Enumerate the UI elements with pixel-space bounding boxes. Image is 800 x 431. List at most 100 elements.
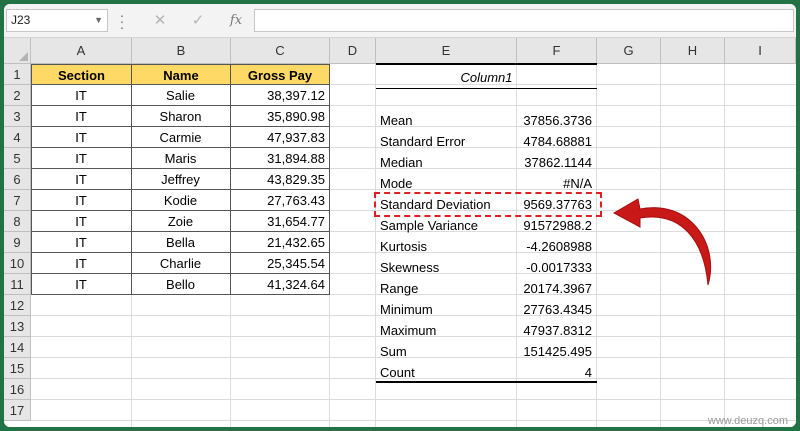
row-header[interactable]: 10 xyxy=(4,253,31,274)
stats-value[interactable]: #N/A xyxy=(517,173,597,194)
table-cell[interactable]: IT xyxy=(31,169,131,190)
stats-value[interactable]: 4 xyxy=(517,362,597,383)
column-header-f[interactable]: F xyxy=(517,38,597,64)
column-header-i[interactable]: I xyxy=(725,38,796,64)
stats-value[interactable]: 47937.8312 xyxy=(517,320,597,341)
table-header-section[interactable]: Section xyxy=(31,64,132,85)
stats-label[interactable]: Minimum xyxy=(376,299,517,320)
stats-label[interactable]: Standard Deviation xyxy=(376,194,517,215)
table-cell[interactable]: 31,654.77 xyxy=(230,211,330,232)
column-header-b[interactable]: B xyxy=(132,38,231,64)
row-header[interactable]: 7 xyxy=(4,190,31,211)
row-header[interactable]: 13 xyxy=(4,316,31,337)
table-cell[interactable]: 25,345.54 xyxy=(230,253,330,274)
row-header[interactable]: 17 xyxy=(4,400,31,421)
row-header[interactable]: 5 xyxy=(4,148,31,169)
table-cell[interactable]: Zoie xyxy=(131,211,230,232)
formula-input[interactable] xyxy=(254,9,794,32)
formula-buttons: ✕ ✓ fx xyxy=(140,9,252,33)
stats-label[interactable]: Mode xyxy=(376,173,517,194)
table-cell[interactable]: 47,937.83 xyxy=(230,127,330,148)
table-cell[interactable]: 31,894.88 xyxy=(230,148,330,169)
stats-label[interactable]: Standard Error xyxy=(376,131,517,152)
row-header[interactable]: 2 xyxy=(4,85,31,106)
stats-label[interactable]: Kurtosis xyxy=(376,236,517,257)
worksheet-grid[interactable]: A B C D E F G H I 1 2 3 4 5 6 7 8 9 10 1… xyxy=(4,38,796,427)
stats-value[interactable]: 27763.4345 xyxy=(517,299,597,320)
table-cell[interactable]: 21,432.65 xyxy=(230,232,330,253)
stats-label[interactable]: Range xyxy=(376,278,517,299)
table-header-gross-pay[interactable]: Gross Pay xyxy=(230,64,330,85)
stats-value[interactable]: -0.0017333 xyxy=(517,257,597,278)
column-header-e[interactable]: E xyxy=(376,38,517,64)
more-options-icon[interactable]: · · · xyxy=(118,8,126,34)
row-header[interactable]: 9 xyxy=(4,232,31,253)
stats-value[interactable]: 91572988.2 xyxy=(517,215,597,236)
stats-value[interactable]: 20174.3967 xyxy=(517,278,597,299)
table-header-name[interactable]: Name xyxy=(131,64,231,85)
stats-label[interactable]: Sample Variance xyxy=(376,215,517,236)
table-cell[interactable]: IT xyxy=(31,253,131,274)
row-header[interactable]: 6 xyxy=(4,169,31,190)
name-box-value: J23 xyxy=(11,13,31,27)
table-cell[interactable]: Charlie xyxy=(131,253,230,274)
row-header[interactable]: 12 xyxy=(4,295,31,316)
table-cell[interactable]: Kodie xyxy=(131,190,230,211)
chevron-down-icon[interactable]: ▼ xyxy=(94,10,103,31)
table-cell[interactable]: 27,763.43 xyxy=(230,190,330,211)
stats-title-border xyxy=(376,88,597,89)
table-cell[interactable]: 43,829.35 xyxy=(230,169,330,190)
row-header[interactable]: 4 xyxy=(4,127,31,148)
table-cell[interactable]: IT xyxy=(31,211,131,232)
stats-value[interactable]: 9569.37763 xyxy=(517,194,597,215)
stats-value[interactable]: 151425.495 xyxy=(517,341,597,362)
table-cell[interactable]: Bella xyxy=(131,232,230,253)
column-header-d[interactable]: D xyxy=(330,38,376,64)
table-cell[interactable]: 38,397.12 xyxy=(230,85,330,106)
gridline xyxy=(31,420,796,421)
stats-label[interactable]: Skewness xyxy=(376,257,517,278)
stats-label[interactable]: Mean xyxy=(376,110,517,131)
table-cell[interactable]: Salie xyxy=(131,85,230,106)
select-all-button[interactable] xyxy=(4,38,31,64)
table-cell[interactable]: IT xyxy=(31,190,131,211)
column-header-g[interactable]: G xyxy=(597,38,661,64)
column-header-a[interactable]: A xyxy=(31,38,132,64)
stats-value[interactable]: 37856.3736 xyxy=(517,110,597,131)
stats-value[interactable]: 37862.1144 xyxy=(517,152,597,173)
stats-title[interactable]: Column1 xyxy=(376,67,597,88)
name-box[interactable]: J23 ▼ xyxy=(6,9,108,32)
enter-icon[interactable]: ✓ xyxy=(186,11,210,31)
app-frame: J23 ▼ · · · ✕ ✓ fx A B C D E F G H I 1 2 3… xyxy=(0,0,800,431)
column-header-c[interactable]: C xyxy=(231,38,330,64)
table-cell[interactable]: Sharon xyxy=(131,106,230,127)
table-cell[interactable]: Bello xyxy=(131,274,230,295)
row-header[interactable]: 14 xyxy=(4,337,31,358)
row-header[interactable]: 15 xyxy=(4,358,31,379)
row-header[interactable]: 1 xyxy=(4,64,31,85)
row-header[interactable]: 3 xyxy=(4,106,31,127)
table-cell[interactable]: 35,890.98 xyxy=(230,106,330,127)
cancel-icon[interactable]: ✕ xyxy=(148,11,172,31)
table-cell[interactable]: IT xyxy=(31,85,131,106)
table-cell[interactable]: IT xyxy=(31,106,131,127)
row-header[interactable]: 16 xyxy=(4,379,31,400)
stats-value[interactable]: -4.2608988 xyxy=(517,236,597,257)
table-cell[interactable]: 41,324.64 xyxy=(230,274,330,295)
table-cell[interactable]: Jeffrey xyxy=(131,169,230,190)
table-cell[interactable]: Maris xyxy=(131,148,230,169)
row-header[interactable]: 11 xyxy=(4,274,31,295)
insert-function-icon[interactable]: fx xyxy=(224,11,248,31)
table-cell[interactable]: Carmie xyxy=(131,127,230,148)
stats-value[interactable]: 4784.68881 xyxy=(517,131,597,152)
column-header-h[interactable]: H xyxy=(661,38,725,64)
stats-label[interactable]: Count xyxy=(376,362,517,383)
row-header[interactable]: 8 xyxy=(4,211,31,232)
table-cell[interactable]: IT xyxy=(31,148,131,169)
stats-label[interactable]: Median xyxy=(376,152,517,173)
stats-label[interactable]: Sum xyxy=(376,341,517,362)
stats-label[interactable]: Maximum xyxy=(376,320,517,341)
table-cell[interactable]: IT xyxy=(31,232,131,253)
table-cell[interactable]: IT xyxy=(31,127,131,148)
table-cell[interactable]: IT xyxy=(31,274,131,295)
